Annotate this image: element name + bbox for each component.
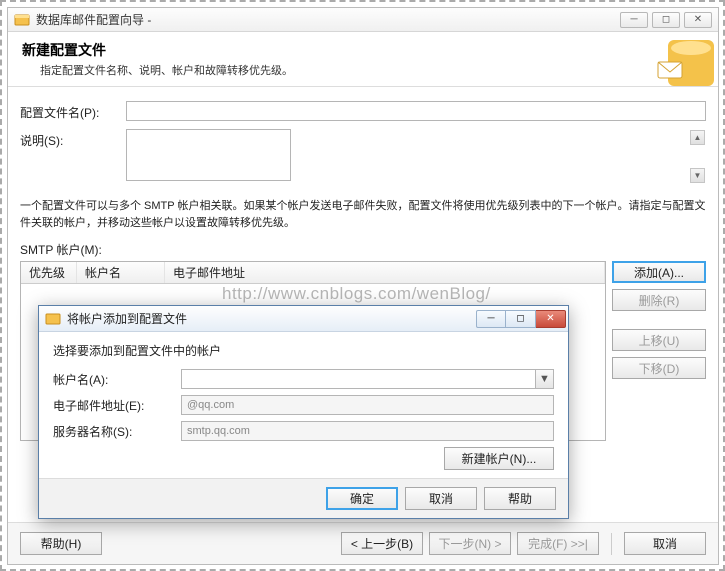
dialog-close-button[interactable]: ✕ (536, 310, 566, 328)
dialog-help-button[interactable]: 帮助 (484, 487, 556, 510)
email-value: @qq.com (187, 399, 234, 411)
scroll-down-icon[interactable]: ▼ (690, 168, 705, 183)
dialog-title: 将帐户添加到配置文件 (67, 310, 476, 327)
add-account-dialog: 将帐户添加到配置文件 ─ ◻ ✕ 选择要添加到配置文件中的帐户 帐户名(A): … (38, 305, 569, 519)
move-down-button[interactable]: 下移(D) (612, 357, 706, 379)
scroll-up-icon[interactable]: ▲ (690, 130, 705, 145)
account-name-label: 帐户名(A): (53, 371, 181, 388)
page-title: 新建配置文件 (22, 40, 704, 60)
close-button[interactable]: ✕ (684, 12, 712, 28)
description-input[interactable] (126, 129, 291, 181)
chevron-down-icon[interactable]: ▼ (535, 370, 553, 388)
info-text: 一个配置文件可以与多个 SMTP 帐户相关联。如果某个帐户发送电子邮件失败，配置… (20, 198, 706, 231)
email-field: @qq.com (181, 395, 554, 415)
app-icon (14, 12, 30, 28)
email-label: 电子邮件地址(E): (53, 397, 181, 414)
add-account-button[interactable]: 添加(A)... (612, 261, 706, 283)
col-email: 电子邮件地址 (165, 262, 605, 283)
smtp-label: SMTP 帐户(M): (20, 241, 706, 258)
new-account-button[interactable]: 新建帐户(N)... (444, 447, 554, 470)
separator (611, 533, 612, 555)
header-icon (654, 32, 718, 92)
profile-name-input[interactable] (126, 101, 706, 121)
next-button[interactable]: 下一步(N) > (429, 532, 511, 555)
dialog-cancel-button[interactable]: 取消 (405, 487, 477, 510)
wizard-footer: 帮助(H) < 上一步(B) 下一步(N) > 完成(F) >>| 取消 (8, 522, 718, 564)
back-button[interactable]: < 上一步(B) (341, 532, 423, 555)
dialog-prompt: 选择要添加到配置文件中的帐户 (53, 342, 554, 359)
server-label: 服务器名称(S): (53, 423, 181, 440)
maximize-button[interactable]: ◻ (652, 12, 680, 28)
list-header: 优先级 帐户名 电子邮件地址 (21, 262, 605, 284)
col-priority: 优先级 (21, 262, 77, 283)
minimize-button[interactable]: ─ (620, 12, 648, 28)
main-titlebar: 数据库邮件配置向导 - ─ ◻ ✕ (8, 8, 718, 32)
dialog-minimize-button[interactable]: ─ (476, 310, 506, 328)
cancel-button[interactable]: 取消 (624, 532, 706, 555)
col-account-name: 帐户名 (77, 262, 165, 283)
finish-button[interactable]: 完成(F) >>| (517, 532, 599, 555)
remove-account-button[interactable]: 删除(R) (612, 289, 706, 311)
dialog-footer: 确定 取消 帮助 (39, 478, 568, 518)
ok-button[interactable]: 确定 (326, 487, 398, 510)
server-field: smtp.qq.com (181, 421, 554, 441)
dialog-maximize-button[interactable]: ◻ (506, 310, 536, 328)
account-name-combo[interactable]: ▼ (181, 369, 554, 389)
description-label: 说明(S): (20, 129, 126, 149)
move-up-button[interactable]: 上移(U) (612, 329, 706, 351)
window-title: 数据库邮件配置向导 - (36, 11, 620, 28)
server-value: smtp.qq.com (187, 425, 250, 437)
page-subtitle: 指定配置文件名称、说明、帐户和故障转移优先级。 (22, 62, 704, 78)
wizard-header: 新建配置文件 指定配置文件名称、说明、帐户和故障转移优先级。 (8, 32, 718, 87)
dialog-titlebar: 将帐户添加到配置文件 ─ ◻ ✕ (39, 306, 568, 332)
profile-name-label: 配置文件名(P): (20, 101, 126, 121)
help-button[interactable]: 帮助(H) (20, 532, 102, 555)
dialog-app-icon (45, 311, 61, 327)
